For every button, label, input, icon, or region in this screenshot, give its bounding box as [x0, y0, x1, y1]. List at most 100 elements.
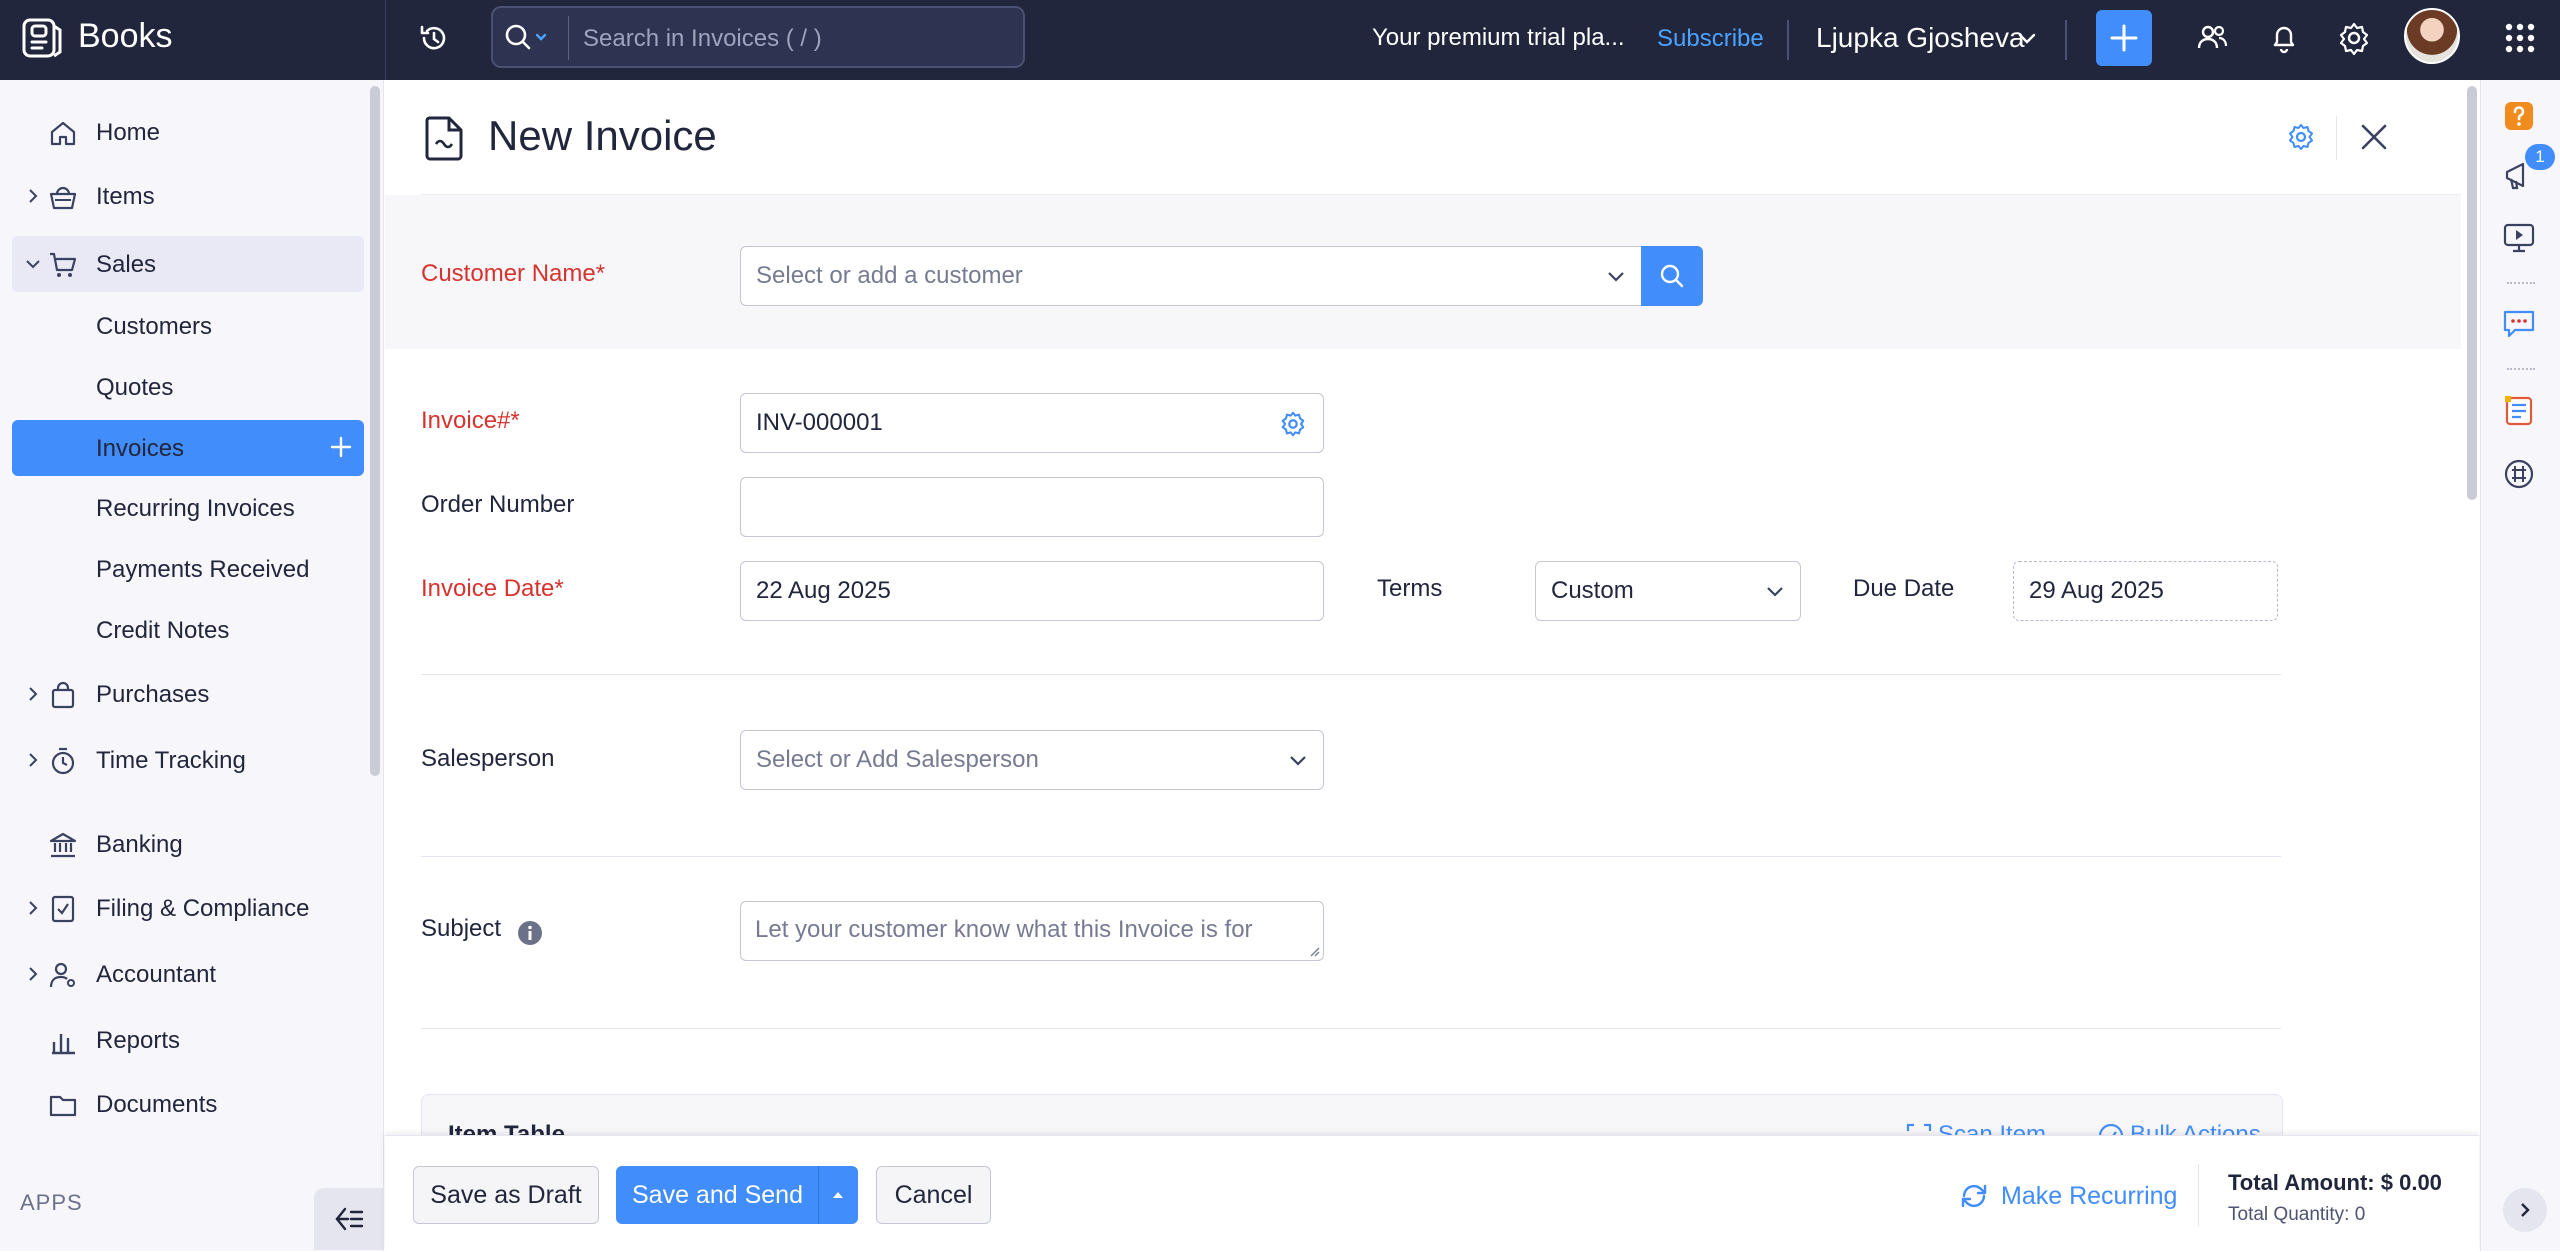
section-divider — [421, 674, 2281, 675]
save-and-send-button[interactable]: Save and Send — [616, 1166, 819, 1224]
sidebar-item-label: Banking — [96, 831, 183, 858]
sidebar-item-label: Reports — [96, 1027, 181, 1054]
collapse-sidebar-button[interactable] — [314, 1188, 384, 1250]
sidebar-item-reports[interactable]: Reports — [12, 1012, 364, 1068]
order-number-field[interactable] — [740, 477, 1324, 537]
caret-up-icon — [833, 1192, 843, 1198]
sidebar-item-items[interactable]: Items — [12, 168, 364, 224]
sidebar-item-customers[interactable]: Customers — [12, 298, 364, 354]
sidebar-item-sales[interactable]: Sales — [12, 236, 364, 292]
notification-count-badge: 1 — [2525, 144, 2555, 170]
close-icon[interactable] — [2359, 122, 2389, 152]
subject-field[interactable] — [740, 901, 1324, 961]
chevron-right-icon[interactable] — [26, 966, 40, 982]
terms-value: Custom — [1551, 577, 1634, 604]
sidebar-item-quotes[interactable]: Quotes — [12, 359, 364, 415]
customer-select[interactable]: Select or add a customer — [740, 246, 1642, 306]
due-date-field[interactable]: 29 Aug 2025 — [2013, 561, 2278, 621]
due-date-value: 29 Aug 2025 — [2029, 577, 2164, 604]
search-icon[interactable] — [503, 22, 551, 54]
plus-icon — [2110, 24, 2138, 52]
form-action-bar: Save as Draft Save and Send Cancel Make … — [385, 1135, 2479, 1252]
topbar-divider — [385, 0, 386, 80]
recent-history-icon[interactable] — [416, 20, 452, 56]
gear-icon[interactable] — [2336, 20, 2372, 56]
bulk-actions-link[interactable]: Bulk Actions — [2130, 1121, 2261, 1135]
app-grid-icon[interactable] — [2504, 22, 2536, 54]
sidebar-item-filing-compliance[interactable]: Filing & Compliance — [12, 880, 364, 936]
terms-select[interactable]: Custom — [1535, 561, 1801, 621]
invoice-number-field[interactable]: INV-000001 — [740, 393, 1324, 453]
quick-create-button[interactable] — [2096, 10, 2152, 66]
save-options-dropdown[interactable] — [818, 1166, 858, 1224]
chevron-down-icon — [1290, 756, 1306, 766]
global-search[interactable] — [491, 6, 1025, 68]
add-invoice-plus-icon[interactable] — [330, 436, 352, 458]
right-rail: 1 — [2480, 80, 2560, 1251]
main-content: New Invoice Customer Name* Select or add… — [385, 80, 2479, 1251]
rail-divider — [2507, 282, 2535, 286]
collapse-icon — [335, 1207, 364, 1231]
invoice-number-settings-icon[interactable] — [1279, 410, 1307, 438]
subscribe-link[interactable]: Subscribe — [1657, 25, 1764, 53]
sidebar-item-payments-received[interactable]: Payments Received — [12, 541, 364, 597]
sidebar-item-recurring-invoices[interactable]: Recurring Invoices — [12, 480, 364, 536]
item-table-header: Item Table Scan Item Bulk Actions — [421, 1094, 2283, 1136]
video-tutorial-icon[interactable] — [2501, 220, 2537, 256]
sidebar-item-home[interactable]: Home — [12, 104, 364, 160]
order-number-input[interactable] — [755, 478, 1305, 536]
salesperson-placeholder: Select or Add Salesperson — [756, 746, 1039, 773]
integration-hub-icon[interactable] — [2501, 456, 2537, 492]
invoice-date-value: 22 Aug 2025 — [756, 577, 891, 604]
make-recurring-link[interactable]: Make Recurring — [2001, 1182, 2177, 1211]
preferences-gear-icon[interactable] — [2286, 122, 2316, 152]
chevron-right-icon[interactable] — [26, 752, 40, 768]
customer-select-placeholder: Select or add a customer — [756, 262, 1023, 289]
save-as-draft-button[interactable]: Save as Draft — [413, 1166, 599, 1224]
chevron-right-icon[interactable] — [26, 900, 40, 916]
users-icon[interactable] — [2194, 20, 2230, 56]
folder-icon — [48, 1090, 78, 1120]
recurring-icon[interactable] — [1958, 1180, 1990, 1212]
total-quantity: Total Quantity: 0 — [2228, 1204, 2366, 1225]
sidebar-item-invoices[interactable]: Invoices — [12, 420, 364, 476]
chevron-right-icon[interactable] — [26, 188, 40, 204]
expand-rail-button[interactable] — [2503, 1188, 2547, 1232]
chat-icon[interactable] — [2501, 306, 2537, 342]
help-icon[interactable] — [2501, 98, 2537, 134]
sidebar-item-label: Time Tracking — [96, 747, 246, 774]
sidebar-item-time-tracking[interactable]: Time Tracking — [12, 732, 364, 788]
bell-icon[interactable] — [2266, 20, 2302, 56]
invoice-date-field[interactable]: 22 Aug 2025 — [740, 561, 1324, 621]
scan-item-link[interactable]: Scan Item — [1938, 1121, 2046, 1135]
info-icon[interactable] — [517, 920, 543, 946]
salesperson-select[interactable]: Select or Add Salesperson — [740, 730, 1324, 790]
resize-handle-icon[interactable] — [1308, 945, 1320, 957]
sidebar-item-purchases[interactable]: Purchases — [12, 666, 364, 722]
sidebar-item-label: Home — [96, 119, 161, 146]
organization-switcher[interactable]: Ljupka Gjosheva — [1816, 22, 2025, 54]
shopping-bag-icon — [48, 680, 78, 710]
customer-search-button[interactable] — [1641, 246, 1703, 306]
subject-textarea[interactable] — [755, 916, 1305, 956]
sidebar-item-documents[interactable]: Documents — [12, 1076, 364, 1132]
bank-icon — [48, 830, 78, 860]
books-app-icon[interactable] — [2501, 392, 2537, 428]
sidebar-item-credit-notes[interactable]: Credit Notes — [12, 602, 364, 658]
sidebar-scrollbar[interactable] — [370, 86, 380, 776]
sidebar-item-label: Accountant — [96, 961, 217, 988]
chevron-down-icon[interactable] — [26, 256, 40, 272]
apps-section-label: APPS — [20, 1190, 83, 1215]
app-name[interactable]: Books — [78, 16, 173, 56]
bar-chart-icon — [48, 1026, 78, 1056]
main-scrollbar[interactable] — [2467, 86, 2477, 500]
user-avatar[interactable] — [2404, 8, 2460, 64]
cancel-button[interactable]: Cancel — [876, 1166, 991, 1224]
books-logo-icon[interactable] — [20, 16, 64, 60]
chevron-right-icon[interactable] — [26, 686, 40, 702]
chevron-down-icon[interactable] — [2018, 32, 2036, 46]
sidebar-item-accountant[interactable]: Accountant — [12, 946, 364, 1002]
search-input[interactable] — [581, 18, 1005, 60]
due-date-label: Due Date — [1853, 575, 1955, 602]
sidebar-item-banking[interactable]: Banking — [12, 816, 364, 872]
